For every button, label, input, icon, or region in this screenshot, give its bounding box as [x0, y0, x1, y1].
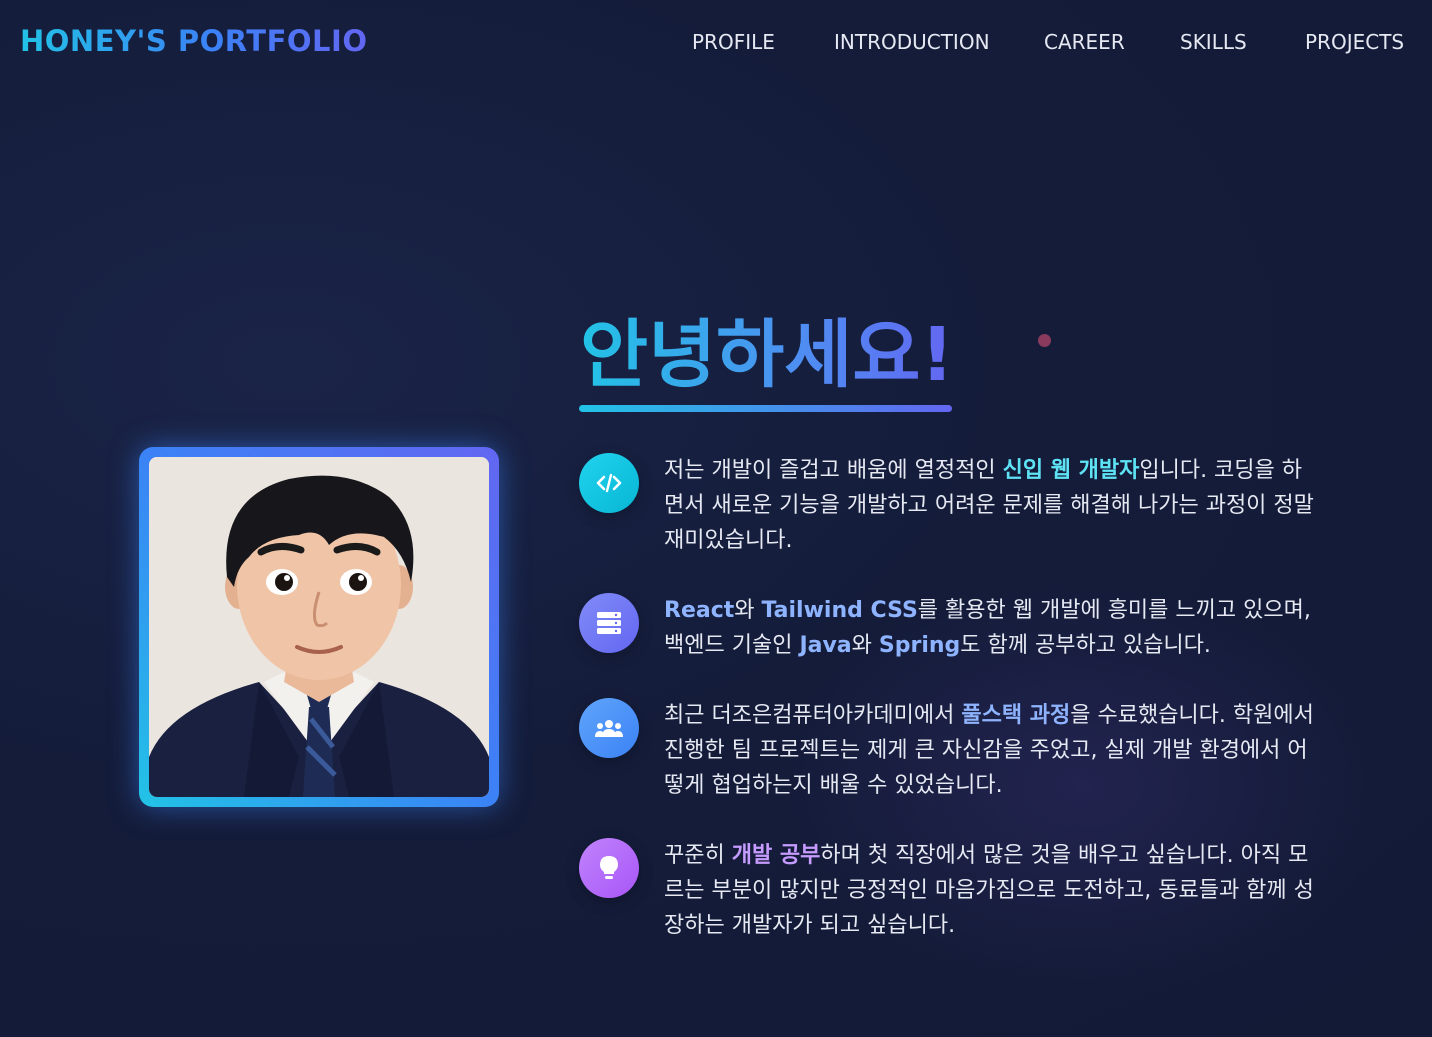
- body-text: 최근 더조은컴퓨터아카데미에서: [664, 703, 962, 728]
- highlight-text: 개발 공부: [731, 843, 821, 868]
- nav-item-career[interactable]: CAREER: [1044, 30, 1125, 54]
- server-icon: [579, 593, 639, 653]
- users-icon: [579, 698, 639, 758]
- intro-item-4: 꾸준히 개발 공부하며 첫 직장에서 많은 것을 배우고 싶습니다. 아직 모르…: [579, 838, 1319, 948]
- intro-item-2: React와 Tailwind CSS를 활용한 웹 개발에 흥미를 느끼고 있…: [579, 593, 1319, 673]
- code-icon: [579, 453, 639, 513]
- hero-title: 안녕하세요!: [580, 312, 955, 398]
- highlight-text: 풀스택 과정: [961, 703, 1071, 728]
- intro-item-3: 최근 더조은컴퓨터아카데미에서 풀스택 과정을 수료했습니다. 학원에서 진행한…: [579, 698, 1319, 808]
- body-text: 꾸준히: [664, 843, 732, 868]
- highlight-text: Spring: [878, 633, 961, 658]
- nav-item-profile[interactable]: PROFILE: [692, 30, 775, 54]
- highlight-text: React: [664, 598, 735, 623]
- profile-photo-frame: [139, 447, 499, 807]
- nav-item-introduction[interactable]: INTRODUCTION: [834, 30, 990, 54]
- highlight-text: Java: [799, 633, 852, 658]
- lightbulb-icon: [579, 838, 639, 898]
- avatar-illustration: [149, 457, 489, 797]
- nav-item-projects[interactable]: PROJECTS: [1305, 30, 1404, 54]
- title-underline: [579, 405, 952, 412]
- intro-text-3: 최근 더조은컴퓨터아카데미에서 풀스택 과정을 수료했습니다. 학원에서 진행한…: [664, 698, 1314, 803]
- body-text: 와: [734, 598, 762, 623]
- profile-photo: [149, 457, 489, 797]
- intro-text-2: React와 Tailwind CSS를 활용한 웹 개발에 흥미를 느끼고 있…: [664, 593, 1314, 663]
- brand-logo[interactable]: HONEY'S PORTFOLIO: [20, 24, 367, 58]
- highlight-text: Tailwind CSS: [761, 598, 918, 623]
- decorative-dot: [1038, 334, 1051, 347]
- intro-item-1: 저는 개발이 즐겁고 배움에 열정적인 신입 웹 개발자입니다. 코딩을 하면서…: [579, 453, 1319, 563]
- body-text: 와: [851, 633, 879, 658]
- intro-text-1: 저는 개발이 즐겁고 배움에 열정적인 신입 웹 개발자입니다. 코딩을 하면서…: [664, 453, 1314, 558]
- body-text: 도 함께 공부하고 있습니다.: [960, 633, 1211, 658]
- highlight-text: 신입 웹 개발자: [1002, 458, 1140, 483]
- nav-item-skills[interactable]: SKILLS: [1180, 30, 1247, 54]
- navbar: HONEY'S PORTFOLIO PROFILE INTRODUCTION C…: [0, 0, 1432, 84]
- intro-text-4: 꾸준히 개발 공부하며 첫 직장에서 많은 것을 배우고 싶습니다. 아직 모르…: [664, 838, 1314, 943]
- body-text: 저는 개발이 즐겁고 배움에 열정적인: [664, 458, 1003, 483]
